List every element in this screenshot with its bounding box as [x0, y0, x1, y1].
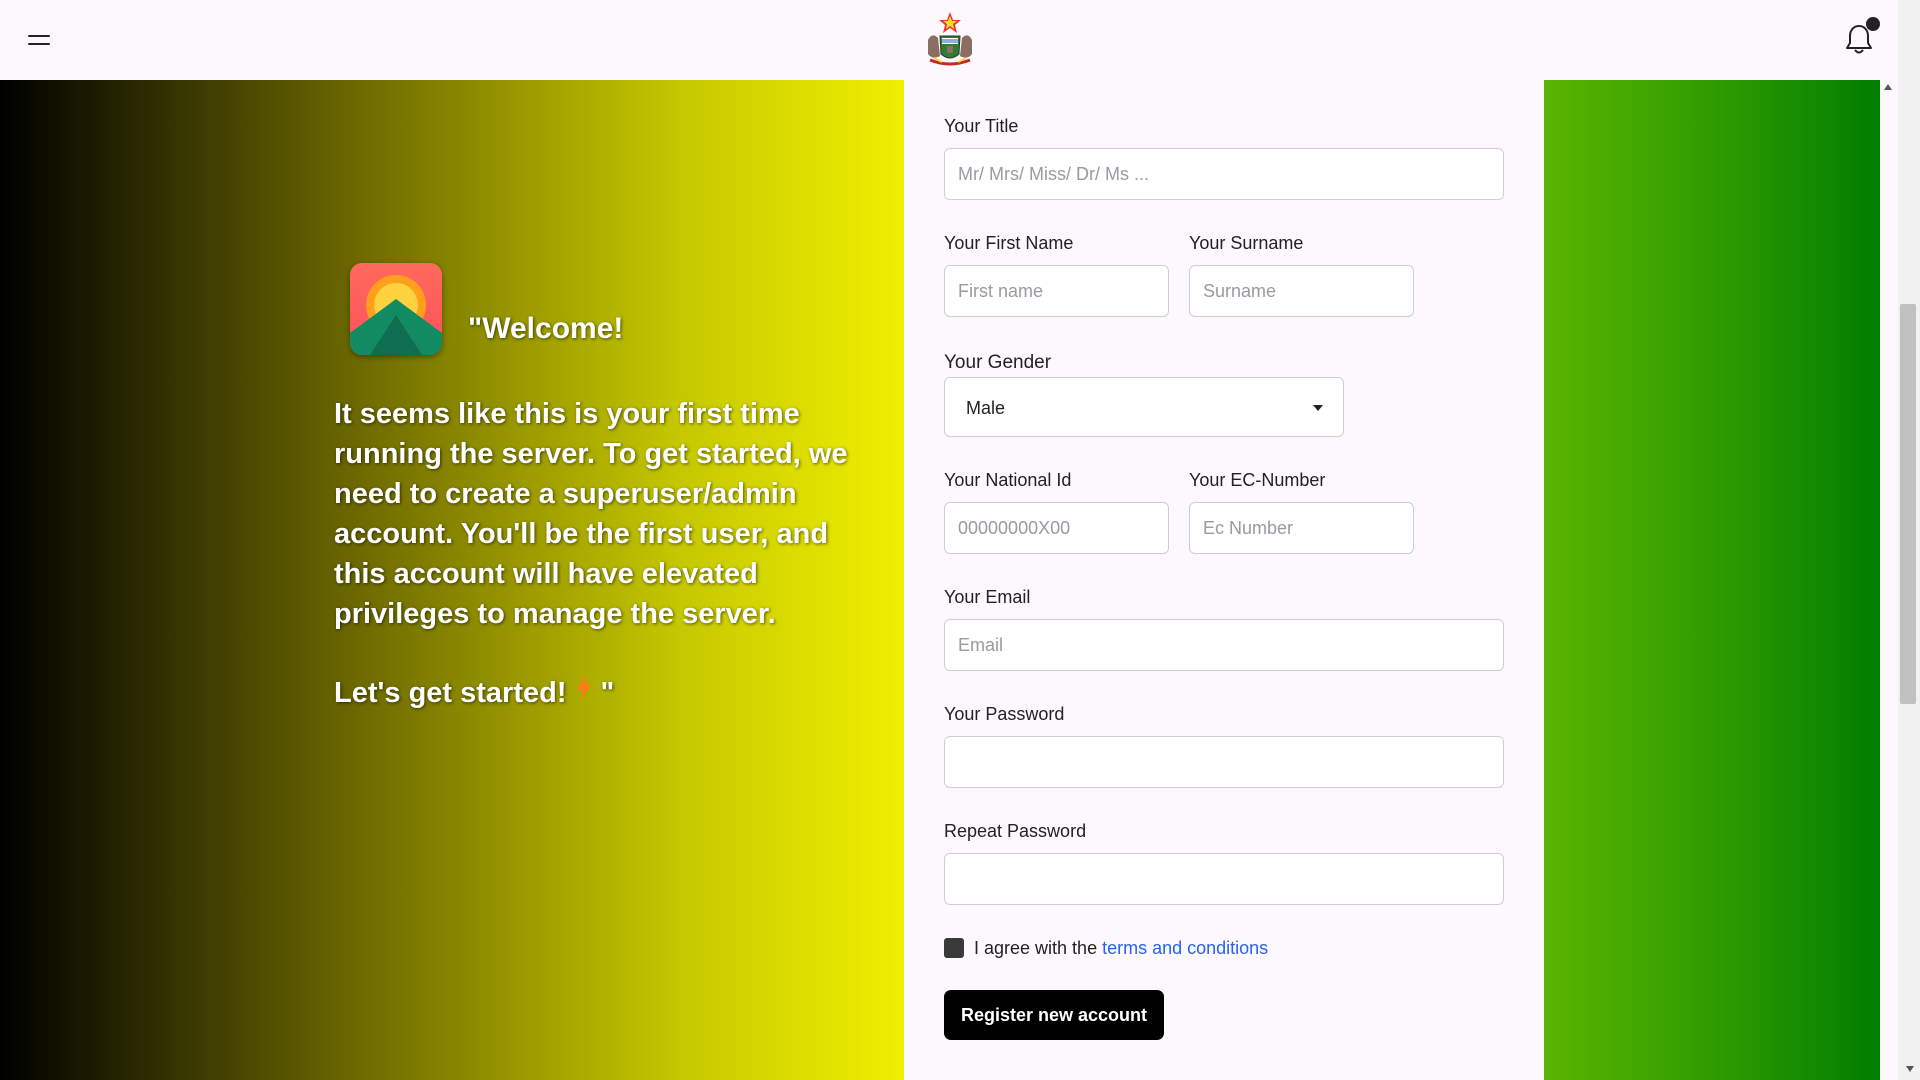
gender-selected-value: Male	[966, 398, 1006, 418]
first-name-input[interactable]	[944, 265, 1169, 317]
sunrise-mountain-icon	[350, 263, 442, 355]
lightning-bolt-icon	[575, 674, 593, 710]
notification-dot-icon	[1866, 17, 1880, 31]
main-area: "Welcome! It seems like this is your fir…	[0, 80, 1880, 1080]
ec-number-input[interactable]	[1189, 502, 1414, 554]
welcome-cta: Let's get started! "	[334, 674, 614, 710]
password-label: Your Password	[944, 704, 1065, 724]
menu-line	[28, 35, 50, 37]
cta-quote: "	[600, 677, 615, 709]
right-gradient-panel	[1544, 80, 1880, 1080]
coat-of-arms-logo	[928, 12, 972, 66]
national-id-input[interactable]	[944, 502, 1169, 554]
gender-select[interactable]: Male	[944, 377, 1344, 437]
surname-input[interactable]	[1189, 265, 1414, 317]
first-name-label: Your First Name	[944, 233, 1074, 253]
hamburger-menu-icon[interactable]	[26, 28, 54, 52]
title-input[interactable]	[944, 148, 1504, 200]
repeat-password-input[interactable]	[944, 853, 1504, 905]
ec-number-label: Your EC-Number	[1189, 470, 1326, 490]
email-label: Your Email	[944, 587, 1031, 607]
scroll-down-arrow-icon[interactable]	[1906, 1066, 1914, 1072]
scroll-up-arrow-icon[interactable]	[1884, 84, 1892, 90]
registration-form: Your Title Your First Name Your Surname …	[904, 80, 1544, 1080]
national-id-label: Your National Id	[944, 470, 1072, 490]
surname-label: Your Surname	[1189, 233, 1304, 253]
register-button[interactable]: Register new account	[944, 990, 1164, 1040]
password-input[interactable]	[944, 736, 1504, 788]
terms-link[interactable]: terms and conditions	[1102, 938, 1268, 958]
menu-line	[28, 43, 50, 45]
title-label: Your Title	[944, 116, 1019, 136]
chevron-down-icon	[1313, 405, 1323, 411]
email-input[interactable]	[944, 619, 1504, 671]
terms-agreement: I agree with the terms and conditions	[974, 938, 1268, 959]
agree-text: I agree with the	[974, 938, 1103, 958]
welcome-panel: "Welcome! It seems like this is your fir…	[0, 80, 904, 1080]
repeat-password-label: Repeat Password	[944, 821, 1087, 841]
top-bar	[0, 0, 1898, 80]
terms-checkbox[interactable]	[944, 938, 964, 958]
gender-label: Your Gender	[944, 352, 1052, 373]
scrollbar-thumb[interactable]	[1900, 304, 1916, 704]
welcome-title: "Welcome!	[468, 312, 624, 345]
welcome-message: It seems like this is your first time ru…	[334, 398, 848, 630]
cta-text: Let's get started!	[334, 677, 567, 709]
